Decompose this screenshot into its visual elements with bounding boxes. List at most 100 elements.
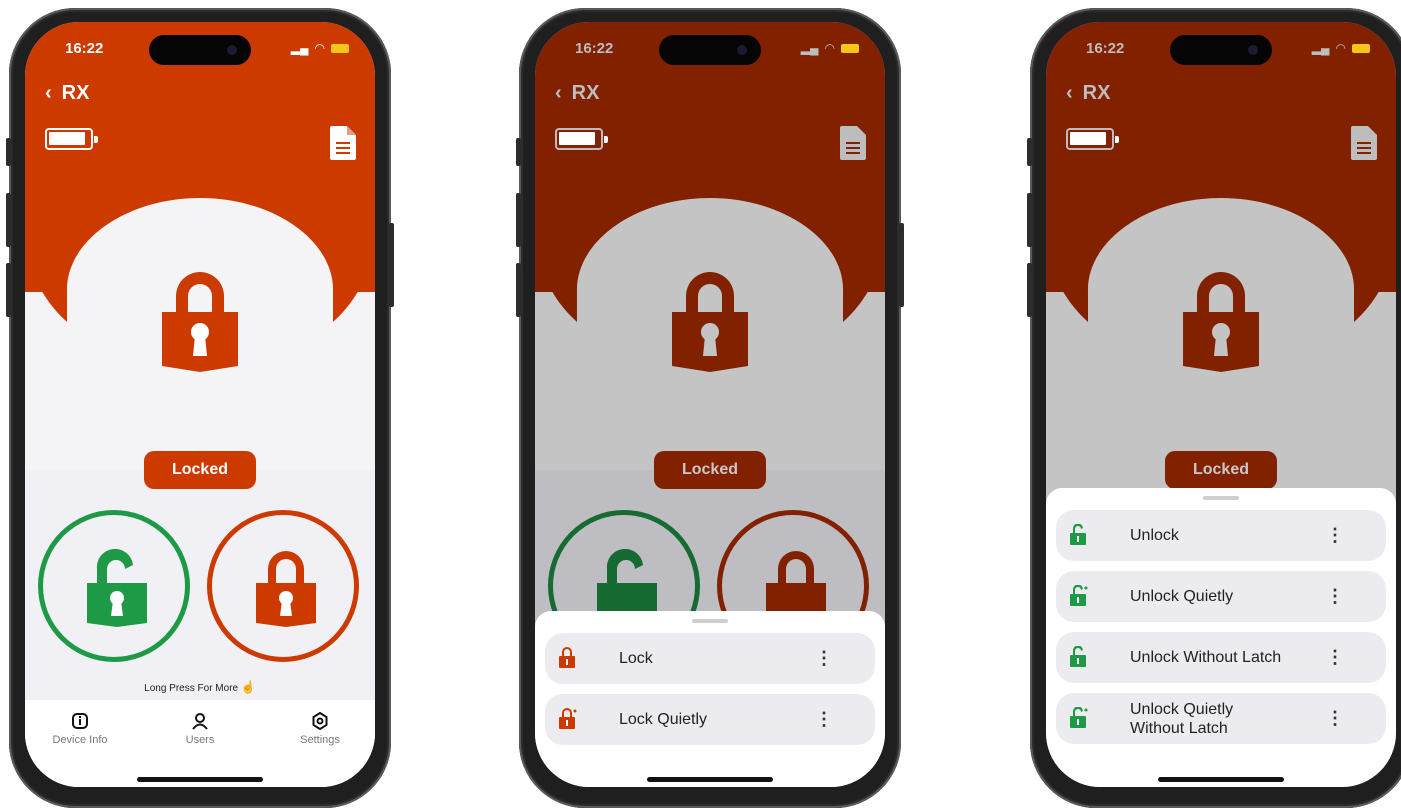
lock-status-badge: Locked (1165, 451, 1277, 489)
gear-icon (312, 712, 328, 730)
lock-options-sheet: Lock ⋮ Lock Quietly ⋮ (535, 611, 885, 787)
sheet-grabber[interactable] (1203, 496, 1239, 500)
side-button (1027, 263, 1032, 317)
back-button[interactable]: ‹ RX (45, 82, 89, 105)
more-options-icon[interactable]: ⋮ (1326, 647, 1344, 668)
signal-icon: ▂▄ (290, 41, 309, 55)
side-button (1027, 138, 1032, 166)
signal-icon: ▂▄ (1311, 41, 1330, 55)
menu-item-label: Unlock (1130, 527, 1179, 544)
home-indicator (137, 777, 263, 782)
dynamic-island (149, 35, 251, 65)
lock-closed-icon (559, 647, 575, 668)
lock-open-icon (1070, 524, 1086, 545)
long-press-hint: Long Press For More ☝ (25, 680, 375, 694)
app-screen: 16:22 ▂▄ ◠ ‹ RX Locked (1046, 22, 1396, 787)
padlock-closed-icon (672, 272, 748, 372)
lock-open-quiet-icon (1070, 707, 1088, 728)
lock-button[interactable] (207, 510, 359, 662)
side-button (6, 138, 11, 166)
side-button (1027, 193, 1032, 247)
side-button (516, 138, 521, 166)
chevron-left-icon: ‹ (1066, 82, 1073, 104)
menu-item-unlock-without-latch[interactable]: Unlock Without Latch ⋮ (1056, 632, 1386, 683)
info-icon (72, 713, 88, 729)
side-button (899, 223, 904, 307)
phone-mockup-main: 16:22 ▂▄ ◠ ‹ RX Locked Long Press For Mo… (6, 8, 394, 808)
back-button[interactable]: ‹ RX (1066, 82, 1110, 105)
menu-item-label: Unlock Without Latch (1130, 649, 1282, 666)
dynamic-island (1170, 35, 1272, 65)
menu-item-unlock-quietly-without-latch[interactable]: Unlock Quietly Without Latch ⋮ (1056, 693, 1386, 744)
menu-item-lock-quietly[interactable]: Lock Quietly ⋮ (545, 694, 875, 745)
menu-item-label: Unlock Quietly Without Latch (1130, 700, 1233, 738)
more-options-icon[interactable]: ⋮ (815, 709, 833, 730)
tab-label: Settings (300, 734, 340, 746)
menu-item-label: Lock (619, 650, 653, 667)
device-battery-icon (45, 128, 98, 150)
menu-item-lock[interactable]: Lock ⋮ (545, 633, 875, 684)
status-icons: ▂▄ ◠ (801, 41, 859, 55)
home-indicator (1158, 777, 1284, 782)
app-screen: 16:22 ▂▄ ◠ ‹ RX Locked (535, 22, 885, 787)
menu-item-unlock[interactable]: Unlock ⋮ (1056, 510, 1386, 561)
padlock-closed-icon (162, 272, 238, 372)
status-time: 16:22 (575, 40, 614, 57)
lock-status-badge: Locked (654, 451, 766, 489)
back-button[interactable]: ‹ RX (555, 82, 599, 105)
side-button (516, 263, 521, 317)
more-options-icon[interactable]: ⋮ (815, 648, 833, 669)
wifi-icon: ◠ (824, 41, 835, 55)
padlock-closed-icon (256, 551, 316, 627)
unlock-options-sheet: Unlock ⋮ Unlock Quietly ⋮ Unlock Without… (1046, 488, 1396, 787)
sheet-grabber[interactable] (692, 619, 728, 623)
battery-status-icon (841, 43, 859, 53)
wifi-icon: ◠ (1335, 41, 1346, 55)
document-icon[interactable] (840, 126, 866, 160)
signal-icon: ▂▄ (800, 41, 819, 55)
menu-item-label: Lock Quietly (619, 711, 708, 728)
more-options-icon[interactable]: ⋮ (1326, 586, 1344, 607)
document-icon[interactable] (330, 126, 356, 160)
document-icon[interactable] (1351, 126, 1377, 160)
device-battery-icon (1066, 128, 1119, 150)
chevron-left-icon: ‹ (45, 82, 52, 104)
side-button (516, 193, 521, 247)
lock-quiet-icon (559, 708, 577, 729)
user-icon (192, 713, 208, 730)
more-options-icon[interactable]: ⋮ (1326, 525, 1344, 546)
dynamic-island (659, 35, 761, 65)
app-screen: 16:22 ▂▄ ◠ ‹ RX Locked (25, 22, 375, 787)
hand-tap-icon: ☝ (240, 680, 256, 694)
phone-mockup-lock-sheet: 16:22 ▂▄ ◠ ‹ RX Locked Lock ⋮ Lock Quiet… (516, 8, 904, 808)
side-button (6, 263, 11, 317)
tab-users[interactable]: Users (155, 700, 245, 746)
wifi-icon: ◠ (314, 41, 325, 55)
menu-item-label-line2: Without Latch (1130, 719, 1228, 737)
status-icons: ▂▄ ◠ (291, 41, 349, 55)
tab-label: Users (185, 734, 215, 746)
device-title: RX (571, 82, 600, 104)
tab-bar: Device Info Users Settings (25, 700, 375, 787)
padlock-closed-icon (1183, 272, 1259, 372)
lock-status-badge: Locked (144, 451, 256, 489)
tab-settings[interactable]: Settings (275, 700, 365, 746)
lock-open-icon (1070, 646, 1086, 667)
menu-item-label-line1: Unlock Quietly (1130, 700, 1234, 718)
side-button (6, 193, 11, 247)
device-battery-icon (555, 128, 608, 150)
tab-device-info[interactable]: Device Info (35, 700, 125, 746)
status-time: 16:22 (1086, 40, 1125, 57)
side-button (389, 223, 394, 307)
device-title: RX (61, 82, 90, 104)
tab-label: Device Info (52, 734, 108, 746)
phone-mockup-unlock-sheet: 16:22 ▂▄ ◠ ‹ RX Locked Unlock ⋮ Unlock Q… (1027, 8, 1401, 808)
unlock-button[interactable] (38, 510, 190, 662)
menu-item-unlock-quietly[interactable]: Unlock Quietly ⋮ (1056, 571, 1386, 622)
menu-item-label: Unlock Quietly (1130, 588, 1234, 605)
more-options-icon[interactable]: ⋮ (1326, 708, 1344, 729)
lock-open-quiet-icon (1070, 585, 1088, 606)
padlock-open-icon (87, 549, 147, 627)
status-icons: ▂▄ ◠ (1312, 41, 1370, 55)
hint-text: Long Press For More (144, 683, 239, 694)
